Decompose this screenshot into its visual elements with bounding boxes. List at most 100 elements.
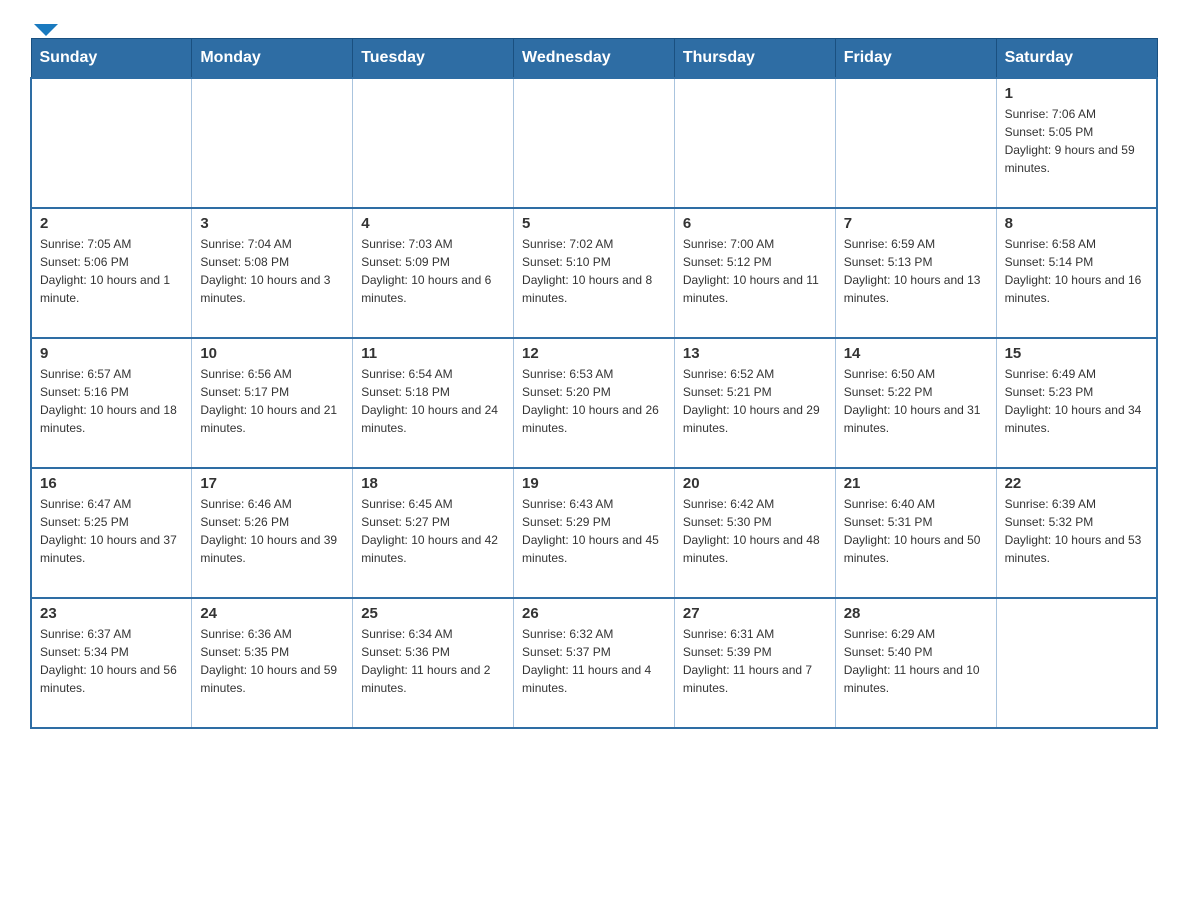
day-number: 18 [361,475,505,492]
table-row: 1 Sunrise: 7:06 AMSunset: 5:05 PMDaylight… [996,78,1157,208]
day-number: 14 [844,345,988,362]
day-number: 16 [40,475,183,492]
table-row: 12 Sunrise: 6:53 AMSunset: 5:20 PMDayligh… [514,338,675,468]
day-number: 2 [40,215,183,232]
col-thursday: Thursday [674,39,835,79]
table-row: 2 Sunrise: 7:05 AMSunset: 5:06 PMDaylight… [31,208,192,338]
day-info: Sunrise: 6:59 AMSunset: 5:13 PMDaylight:… [844,235,988,307]
table-row: 23Sunrise: 6:37 AMSunset: 5:34 PMDayligh… [31,598,192,728]
table-row: 8 Sunrise: 6:58 AMSunset: 5:14 PMDaylight… [996,208,1157,338]
day-number: 3 [200,215,344,232]
day-info: Sunrise: 6:50 AMSunset: 5:22 PMDaylight:… [844,365,988,437]
day-number: 12 [522,345,666,362]
col-sunday: Sunday [31,39,192,79]
day-number: 28 [844,605,988,622]
day-number: 21 [844,475,988,492]
table-row [674,78,835,208]
calendar-week-row: 23Sunrise: 6:37 AMSunset: 5:34 PMDayligh… [31,598,1157,728]
table-row: 18 Sunrise: 6:45 AMSunset: 5:27 PMDayligh… [353,468,514,598]
table-row [514,78,675,208]
table-row: 24 Sunrise: 6:36 AMSunset: 5:35 PMDayligh… [192,598,353,728]
day-number: 17 [200,475,344,492]
table-row: 5 Sunrise: 7:02 AMSunset: 5:10 PMDaylight… [514,208,675,338]
day-number: 25 [361,605,505,622]
day-info: Sunrise: 6:31 AMSunset: 5:39 PMDaylight:… [683,625,827,697]
calendar-week-row: 9Sunrise: 6:57 AMSunset: 5:16 PMDaylight… [31,338,1157,468]
day-number: 11 [361,345,505,362]
day-number: 19 [522,475,666,492]
table-row: 27 Sunrise: 6:31 AMSunset: 5:39 PMDayligh… [674,598,835,728]
page-header [30,20,1158,28]
day-info: Sunrise: 7:05 AMSunset: 5:06 PMDaylight:… [40,235,183,307]
day-info: Sunrise: 6:39 AMSunset: 5:32 PMDaylight:… [1005,495,1148,567]
table-row: 15 Sunrise: 6:49 AMSunset: 5:23 PMDayligh… [996,338,1157,468]
table-row [353,78,514,208]
table-row: 16 Sunrise: 6:47 AMSunset: 5:25 PMDayligh… [31,468,192,598]
day-info: Sunrise: 7:04 AMSunset: 5:08 PMDaylight:… [200,235,344,307]
day-info: Sunrise: 6:47 AMSunset: 5:25 PMDaylight:… [40,495,183,567]
table-row: 22 Sunrise: 6:39 AMSunset: 5:32 PMDayligh… [996,468,1157,598]
day-info: Sunrise: 7:02 AMSunset: 5:10 PMDaylight:… [522,235,666,307]
table-row [996,598,1157,728]
table-row: 21 Sunrise: 6:40 AMSunset: 5:31 PMDayligh… [835,468,996,598]
day-info: Sunrise: 6:54 AMSunset: 5:18 PMDaylight:… [361,365,505,437]
day-number: 15 [1005,345,1148,362]
day-number: 7 [844,215,988,232]
day-info: Sunrise: 6:32 AMSunset: 5:37 PMDaylight:… [522,625,666,697]
table-row: 17 Sunrise: 6:46 AMSunset: 5:26 PMDayligh… [192,468,353,598]
table-row: 7 Sunrise: 6:59 AMSunset: 5:13 PMDaylight… [835,208,996,338]
day-number: 26 [522,605,666,622]
day-number: 24 [200,605,344,622]
logo [30,20,58,28]
day-number: 10 [200,345,344,362]
table-row: 6 Sunrise: 7:00 AMSunset: 5:12 PMDaylight… [674,208,835,338]
day-info: Sunrise: 6:36 AMSunset: 5:35 PMDaylight:… [200,625,344,697]
day-info: Sunrise: 6:46 AMSunset: 5:26 PMDaylight:… [200,495,344,567]
calendar-week-row: 16 Sunrise: 6:47 AMSunset: 5:25 PMDayligh… [31,468,1157,598]
day-info: Sunrise: 7:06 AMSunset: 5:05 PMDaylight:… [1005,105,1148,177]
table-row [192,78,353,208]
calendar-week-row: 1 Sunrise: 7:06 AMSunset: 5:05 PMDaylight… [31,78,1157,208]
day-number: 8 [1005,215,1148,232]
calendar-week-row: 2 Sunrise: 7:05 AMSunset: 5:06 PMDaylight… [31,208,1157,338]
col-saturday: Saturday [996,39,1157,79]
day-number: 23 [40,605,183,622]
table-row [835,78,996,208]
day-info: Sunrise: 6:56 AMSunset: 5:17 PMDaylight:… [200,365,344,437]
table-row: 10 Sunrise: 6:56 AMSunset: 5:17 PMDayligh… [192,338,353,468]
day-info: Sunrise: 6:45 AMSunset: 5:27 PMDaylight:… [361,495,505,567]
day-info: Sunrise: 7:00 AMSunset: 5:12 PMDaylight:… [683,235,827,307]
day-number: 20 [683,475,827,492]
day-info: Sunrise: 6:40 AMSunset: 5:31 PMDaylight:… [844,495,988,567]
table-row: 3 Sunrise: 7:04 AMSunset: 5:08 PMDaylight… [192,208,353,338]
day-info: Sunrise: 6:53 AMSunset: 5:20 PMDaylight:… [522,365,666,437]
day-number: 6 [683,215,827,232]
col-tuesday: Tuesday [353,39,514,79]
col-friday: Friday [835,39,996,79]
day-number: 13 [683,345,827,362]
table-row: 9Sunrise: 6:57 AMSunset: 5:16 PMDaylight… [31,338,192,468]
day-number: 9 [40,345,183,362]
day-number: 1 [1005,85,1148,102]
col-wednesday: Wednesday [514,39,675,79]
day-info: Sunrise: 6:34 AMSunset: 5:36 PMDaylight:… [361,625,505,697]
day-info: Sunrise: 6:42 AMSunset: 5:30 PMDaylight:… [683,495,827,567]
table-row: 28Sunrise: 6:29 AMSunset: 5:40 PMDayligh… [835,598,996,728]
day-number: 22 [1005,475,1148,492]
day-info: Sunrise: 6:58 AMSunset: 5:14 PMDaylight:… [1005,235,1148,307]
day-info: Sunrise: 6:49 AMSunset: 5:23 PMDaylight:… [1005,365,1148,437]
day-number: 5 [522,215,666,232]
day-number: 27 [683,605,827,622]
calendar-header-row: Sunday Monday Tuesday Wednesday Thursday… [31,39,1157,79]
day-info: Sunrise: 7:03 AMSunset: 5:09 PMDaylight:… [361,235,505,307]
table-row: 14 Sunrise: 6:50 AMSunset: 5:22 PMDayligh… [835,338,996,468]
col-monday: Monday [192,39,353,79]
table-row: 4Sunrise: 7:03 AMSunset: 5:09 PMDaylight… [353,208,514,338]
table-row: 13Sunrise: 6:52 AMSunset: 5:21 PMDayligh… [674,338,835,468]
day-info: Sunrise: 6:43 AMSunset: 5:29 PMDaylight:… [522,495,666,567]
table-row: 26 Sunrise: 6:32 AMSunset: 5:37 PMDayligh… [514,598,675,728]
table-row: 25 Sunrise: 6:34 AMSunset: 5:36 PMDayligh… [353,598,514,728]
table-row: 11 Sunrise: 6:54 AMSunset: 5:18 PMDayligh… [353,338,514,468]
table-row [31,78,192,208]
table-row: 20 Sunrise: 6:42 AMSunset: 5:30 PMDayligh… [674,468,835,598]
